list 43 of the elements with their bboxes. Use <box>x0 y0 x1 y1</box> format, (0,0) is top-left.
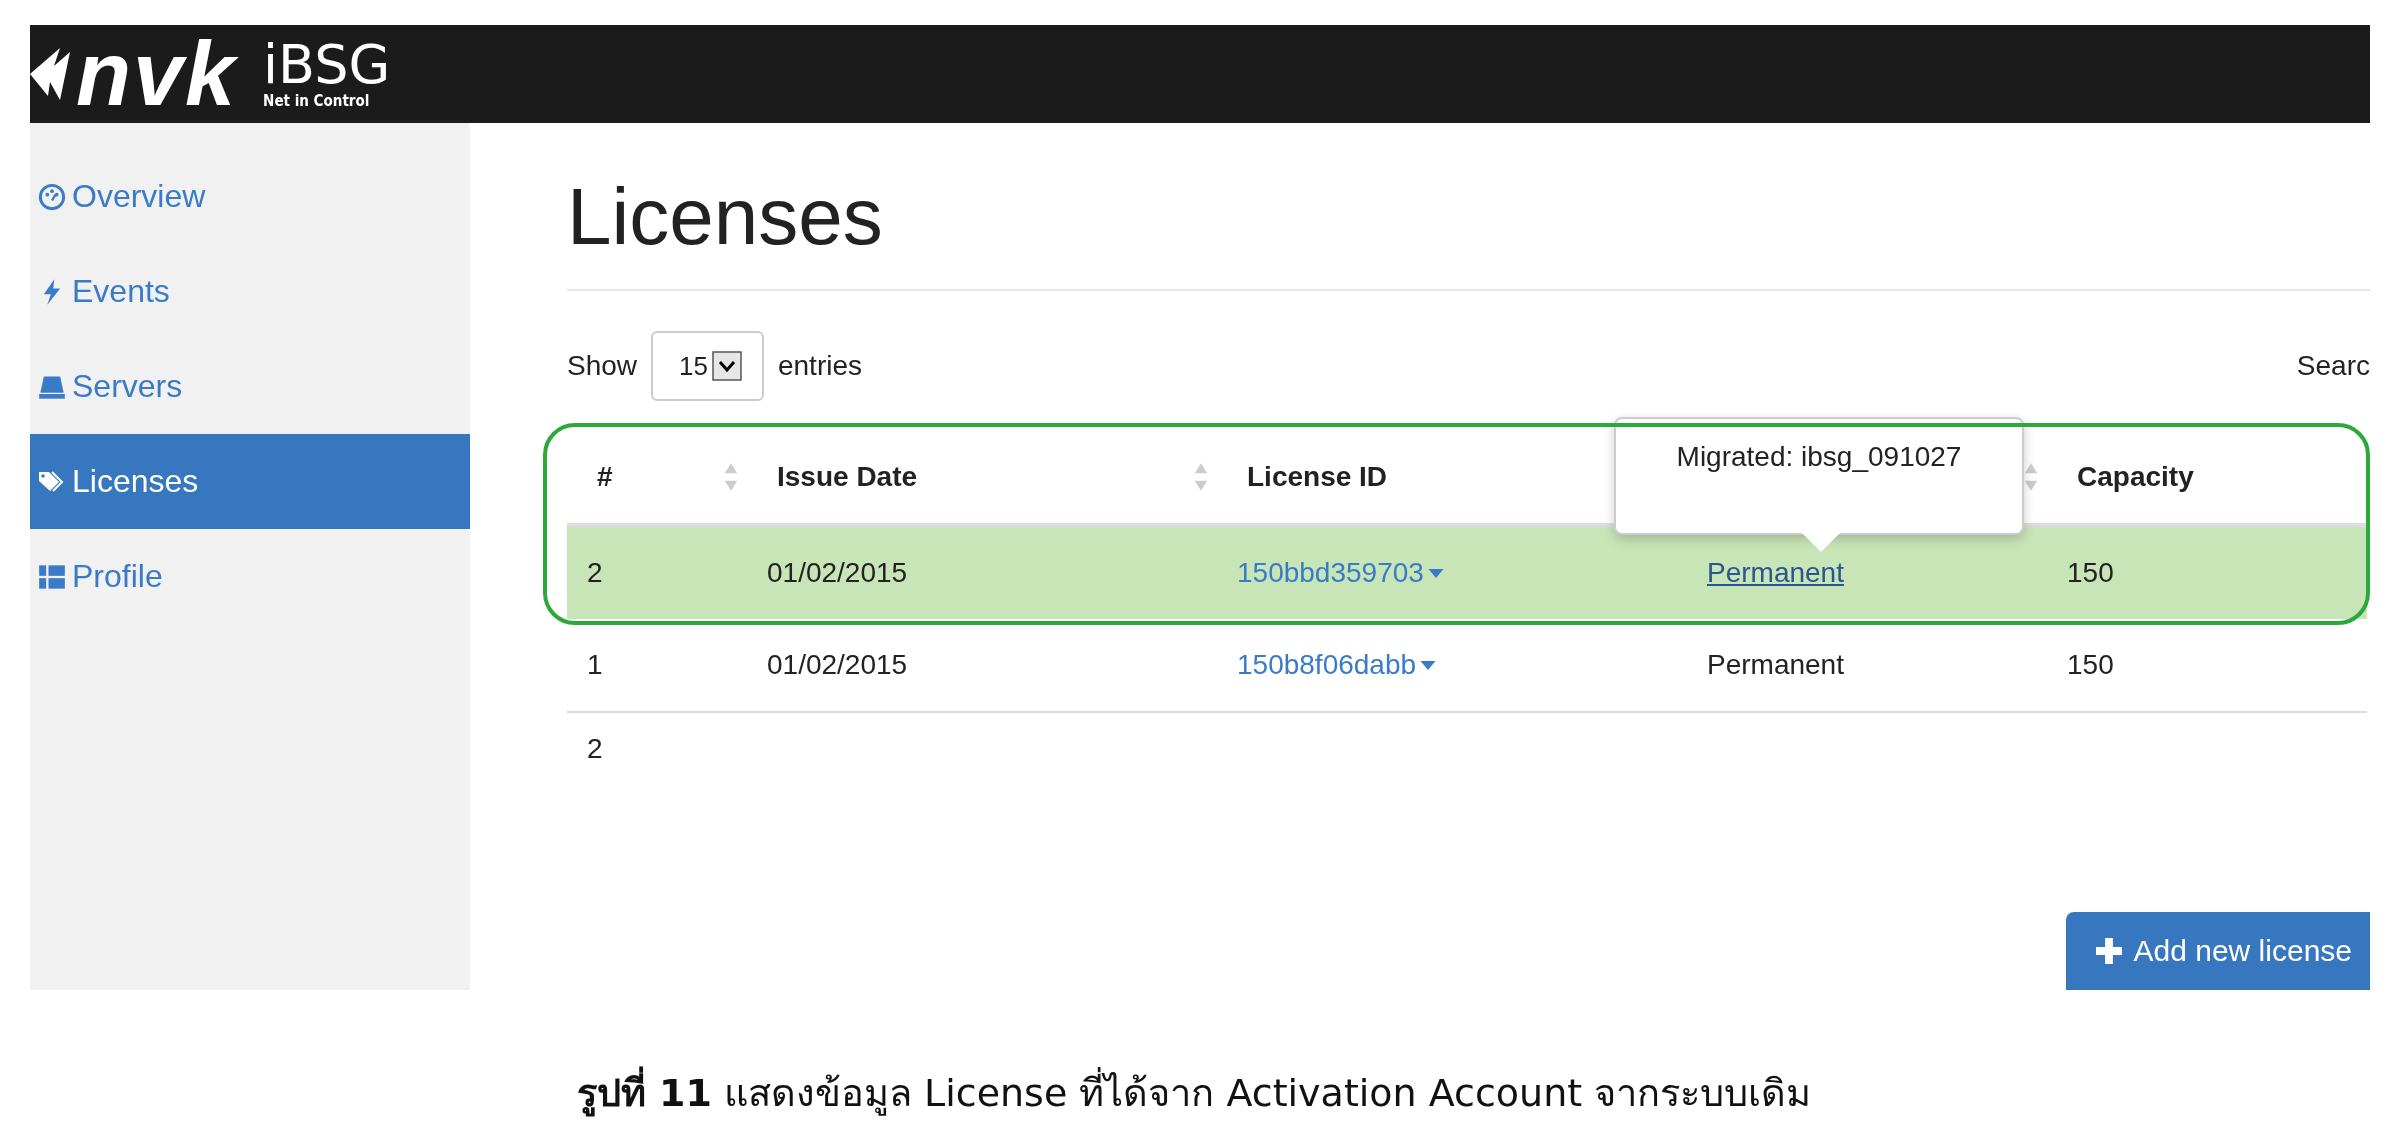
grid-icon <box>38 562 66 591</box>
table-cell: 01/02/2015 <box>767 557 908 589</box>
table-cell: 150 <box>2067 649 2114 681</box>
dropdown-icon <box>711 351 742 381</box>
sort-icon[interactable] <box>723 462 739 492</box>
table-cell: Permanent <box>1707 649 1844 681</box>
entries-label: entries <box>777 350 862 382</box>
figure-caption: รูปที่ 11 แสดงข้อมูล License ที่ได้จาก Activation Account จากระบบเดิม <box>0 1062 2388 1123</box>
column-header-label: # <box>597 461 613 493</box>
logo-text: nvk <box>76 29 238 119</box>
column-header[interactable]: Capacity <box>2047 431 2367 523</box>
add-license-button[interactable]: Add new license <box>2065 912 2370 990</box>
column-header-label: Issue Date <box>777 461 918 493</box>
sidebar-item[interactable]: Overview <box>30 149 470 244</box>
search-label: Searc <box>2296 350 2370 382</box>
sidebar-item[interactable]: Events <box>30 244 470 339</box>
tooltip-pointer <box>1801 532 1841 552</box>
table-footer-count: 2 <box>586 733 604 765</box>
table-cell: 2 <box>587 557 603 589</box>
license-id-link[interactable]: 150bbd359703 <box>1237 557 1444 589</box>
gauge-icon <box>38 182 66 211</box>
table-cell: 01/02/2015 <box>767 649 908 681</box>
show-label: Show <box>567 350 638 382</box>
column-header[interactable]: Issue Date <box>747 431 1217 523</box>
caret-icon <box>1420 660 1437 670</box>
table-cell: 1 <box>587 649 603 681</box>
tagline: Net in Control <box>263 92 370 110</box>
table-row[interactable]: 2 01/02/2015 150bbd359703 Permanent 150 <box>567 527 2367 619</box>
page-title: Licenses <box>567 173 884 261</box>
plus-icon <box>2095 938 2122 964</box>
table-row[interactable]: 1 01/02/2015 150b8f06dabb Permanent 150 <box>567 619 2367 713</box>
sidebar-item[interactable]: Profile <box>30 529 470 624</box>
sidebar-item[interactable]: Servers <box>30 339 470 434</box>
status-link[interactable]: Permanent <box>1707 557 1844 589</box>
column-header[interactable]: # <box>567 431 747 523</box>
caret-icon <box>1427 568 1444 578</box>
license-id-link[interactable]: 150b8f06dabb <box>1237 649 1437 681</box>
product-name: iBSG <box>263 38 391 92</box>
column-header-label: Capacity <box>2077 461 2194 493</box>
table-cell: 150 <box>2067 557 2114 589</box>
page-size-select[interactable]: 15 <box>651 331 764 401</box>
sidebar-item[interactable]: Licenses <box>30 434 470 529</box>
sort-icon[interactable] <box>1193 462 1209 492</box>
